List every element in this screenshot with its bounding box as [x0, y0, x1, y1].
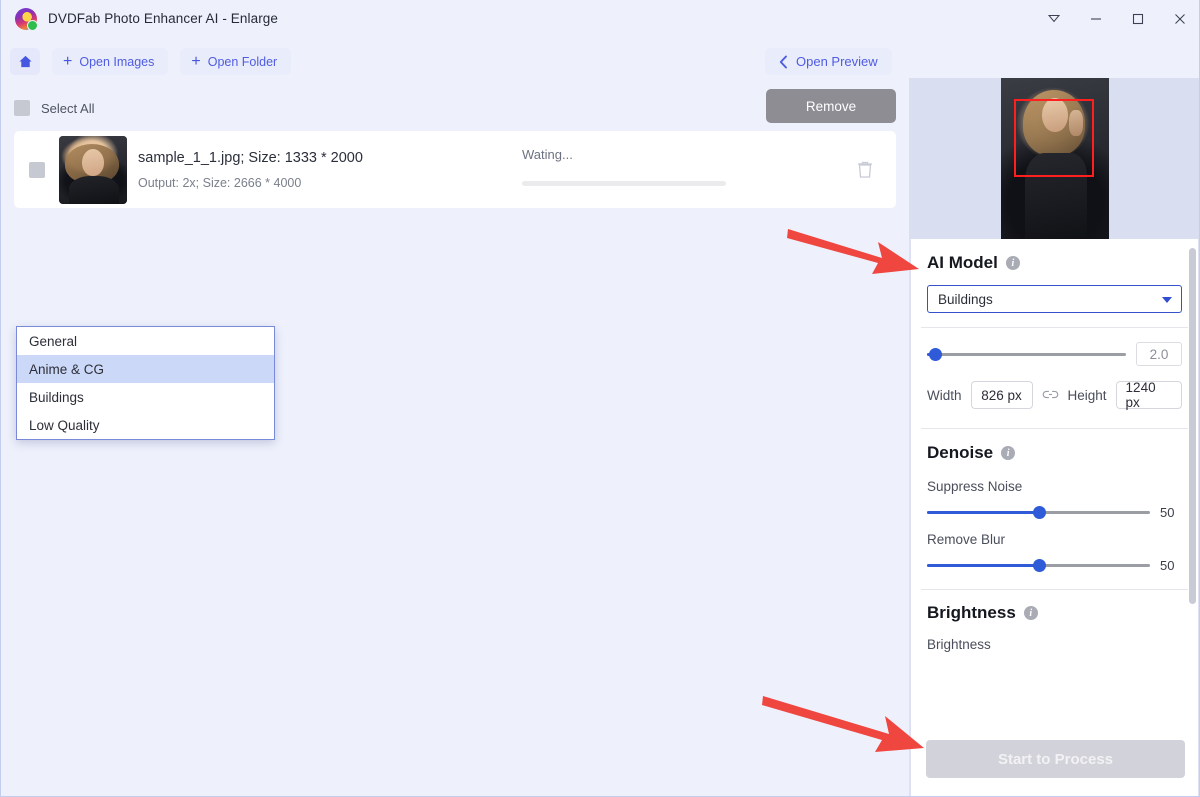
row-checkbox[interactable] — [29, 161, 45, 178]
select-all-label: Select All — [41, 100, 95, 116]
ai-model-section: AI Model i Buildings — [911, 239, 1198, 313]
dropdown-option-low-quality[interactable]: Low Quality — [17, 411, 274, 439]
home-icon — [18, 55, 32, 68]
suppress-noise-slider[interactable] — [927, 506, 1150, 519]
trash-icon[interactable] — [856, 159, 874, 179]
progress-bar — [522, 181, 726, 186]
file-status: Wating... — [522, 147, 752, 186]
remove-blur-row: 50 — [927, 558, 1182, 573]
remove-blur-slider[interactable] — [927, 559, 1150, 572]
plus-icon: + — [63, 52, 73, 70]
application-window: DVDFab Photo Enhancer AI - Enlarge + Ope… — [0, 0, 1200, 797]
scrollbar-thumb[interactable] — [1189, 248, 1196, 604]
plus-icon: + — [191, 52, 201, 70]
select-all-checkbox[interactable] — [14, 100, 30, 116]
ai-model-title: AI Model — [927, 253, 998, 272]
remove-blur-value: 50 — [1160, 558, 1175, 573]
preview-image[interactable] — [1000, 78, 1109, 239]
maximize-button[interactable] — [1117, 0, 1159, 37]
open-folder-button[interactable]: + Open Folder — [180, 48, 292, 75]
file-list-header: Select All Remove — [14, 86, 896, 130]
ai-model-select[interactable]: Buildings — [927, 285, 1182, 313]
table-row[interactable]: sample_1_1.jpg; Size: 1333 * 2000 Output… — [14, 131, 896, 208]
file-info: sample_1_1.jpg; Size: 1333 * 2000 Output… — [138, 150, 363, 190]
denoise-heading: Denoise i — [927, 443, 1182, 463]
ai-model-heading: AI Model i — [927, 253, 1182, 273]
chevron-left-icon — [779, 55, 787, 68]
start-to-process-button[interactable]: Start to Process — [926, 740, 1185, 778]
link-icon[interactable] — [1042, 387, 1059, 403]
open-folder-label: Open Folder — [207, 54, 278, 69]
scale-slider[interactable] — [927, 347, 1126, 361]
scale-value[interactable]: 2.0 — [1136, 342, 1182, 366]
collapse-button[interactable] — [1033, 0, 1075, 37]
remove-blur-label: Remove Blur — [927, 532, 1006, 547]
file-output-info: Output: 2x; Size: 2666 * 4000 — [138, 175, 302, 190]
status-text: Wating... — [522, 147, 573, 162]
open-images-button[interactable]: + Open Images — [52, 48, 169, 75]
ai-model-dropdown[interactable]: General Anime & CG Buildings Low Quality — [16, 326, 275, 440]
open-preview-button[interactable]: Open Preview — [765, 48, 892, 75]
file-name: sample_1_1.jpg; Size: 1333 * 2000 — [138, 149, 363, 166]
brightness-section: Brightness i Brightness — [911, 590, 1198, 652]
app-logo-icon — [15, 7, 38, 31]
dropdown-option-anime-cg[interactable]: Anime & CG — [17, 355, 274, 383]
open-images-label: Open Images — [79, 54, 155, 69]
close-button[interactable] — [1159, 0, 1199, 37]
height-field[interactable]: 1240 px — [1115, 380, 1182, 410]
file-thumbnail — [59, 135, 127, 204]
settings-scroll-area: AI Model i Buildings 2.0 Width 826 px He… — [911, 239, 1198, 796]
denoise-section: Denoise i Suppress Noise 50 Remove Blur … — [911, 429, 1198, 573]
scale-slider-row: 2.0 — [927, 342, 1182, 366]
file-list-pane: Select All Remove sample_1_1.jpg; Size: … — [1, 86, 909, 796]
window-title: DVDFab Photo Enhancer AI - Enlarge — [48, 11, 279, 26]
open-preview-label: Open Preview — [796, 54, 878, 69]
brightness-heading: Brightness i — [927, 603, 1182, 623]
dimensions-row: Width 826 px Height 1240 px — [927, 380, 1182, 410]
dropdown-option-general[interactable]: General — [17, 327, 274, 355]
suppress-noise-value: 50 — [1160, 505, 1175, 520]
scale-section: 2.0 Width 826 px Height 1240 px — [911, 328, 1198, 410]
crop-selection-rect[interactable] — [1013, 99, 1094, 177]
info-icon[interactable]: i — [1001, 446, 1016, 460]
info-icon[interactable]: i — [1005, 256, 1020, 270]
preview-area — [909, 78, 1199, 239]
brightness-sub-label: Brightness — [927, 637, 991, 652]
dropdown-option-buildings[interactable]: Buildings — [17, 383, 274, 411]
minimize-button[interactable] — [1075, 0, 1117, 37]
window-controls — [1033, 0, 1199, 37]
info-icon[interactable]: i — [1023, 606, 1038, 620]
title-bar: DVDFab Photo Enhancer AI - Enlarge — [1, 0, 1199, 37]
chevron-down-icon — [1162, 297, 1172, 303]
suppress-noise-label: Suppress Noise — [927, 479, 1023, 494]
brightness-title: Brightness — [927, 603, 1016, 622]
ai-model-selected-value: Buildings — [938, 291, 993, 307]
height-label: Height — [1067, 387, 1107, 403]
denoise-title: Denoise — [927, 443, 994, 462]
home-button[interactable] — [10, 48, 40, 75]
width-label: Width — [927, 387, 962, 403]
suppress-noise-row: 50 — [927, 505, 1182, 520]
panel-scrollbar[interactable] — [1189, 248, 1196, 796]
settings-panel: AI Model i Buildings 2.0 Width 826 px He… — [909, 78, 1199, 796]
remove-button[interactable]: Remove — [766, 89, 896, 123]
width-field[interactable]: 826 px — [970, 381, 1033, 409]
